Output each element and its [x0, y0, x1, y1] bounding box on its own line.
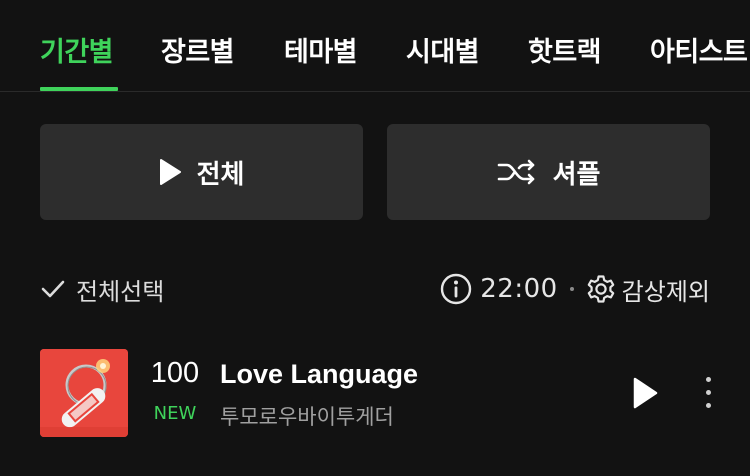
- check-icon: [41, 280, 65, 298]
- shuffle-icon: [497, 159, 534, 185]
- more-vertical-icon[interactable]: [700, 377, 716, 411]
- tab-artist[interactable]: 아티스트: [650, 30, 748, 69]
- active-tab-indicator: [40, 87, 118, 91]
- toolbar-right: 22:00 감상제외: [440, 272, 710, 307]
- shuffle-label: 셔플: [552, 159, 601, 190]
- album-art-image: [40, 349, 128, 437]
- exclude-button[interactable]: 감상제외: [586, 272, 710, 307]
- play-icon: [159, 159, 181, 185]
- chart-tabs: 기간별 장르별 테마별 시대별 핫트랙 아티스트: [0, 0, 750, 92]
- timer-value: 22:00: [480, 274, 558, 304]
- chart-rank: 100: [150, 357, 200, 389]
- play-all-button[interactable]: 전체: [40, 124, 363, 220]
- tab-genre[interactable]: 장르별: [161, 30, 235, 69]
- tab-hot-track[interactable]: 핫트랙: [528, 30, 602, 69]
- info-circle-icon[interactable]: [440, 273, 472, 305]
- new-badge: NEW: [153, 403, 197, 424]
- select-all-button[interactable]: 전체선택: [40, 272, 164, 307]
- separator-dot: [569, 287, 574, 291]
- tab-period[interactable]: 기간별: [40, 30, 114, 69]
- track-row[interactable]: 100 NEW Love Language 투모로우바이투게더: [40, 349, 730, 437]
- list-toolbar: 전체선택 22:00 감상제외: [40, 266, 710, 312]
- select-all-label: 전체선택: [76, 277, 165, 306]
- track-title[interactable]: Love Language: [220, 359, 418, 390]
- shuffle-button[interactable]: 셔플: [387, 124, 710, 220]
- tab-era[interactable]: 시대별: [406, 30, 480, 69]
- tab-theme[interactable]: 테마별: [284, 30, 358, 69]
- exclude-label: 감상제외: [621, 277, 710, 306]
- track-artist[interactable]: 투모로우바이투게더: [220, 401, 394, 431]
- gear-icon: [587, 275, 614, 303]
- play-icon[interactable]: [632, 377, 658, 409]
- play-all-label: 전체: [196, 159, 245, 190]
- album-art[interactable]: [40, 349, 128, 437]
